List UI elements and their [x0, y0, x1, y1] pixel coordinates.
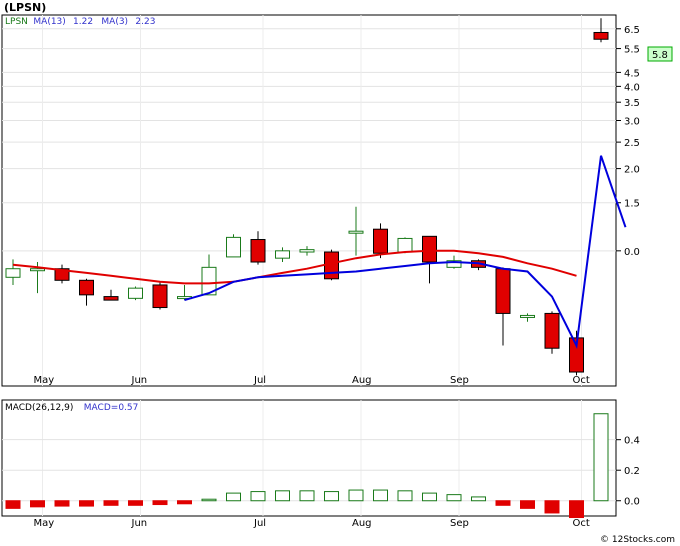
macd-month-label: Oct [573, 518, 590, 529]
macd-bar-negative [30, 500, 45, 508]
price-tick-label: 4.5 [624, 68, 640, 79]
macd-month-label: Jun [131, 518, 148, 529]
price-month-label: Aug [352, 375, 372, 386]
price-tick-label: 3.0 [624, 116, 640, 127]
macd-bar-negative [128, 500, 143, 506]
candle-body-down [495, 268, 511, 314]
candle-body-down [373, 228, 388, 254]
candle-body-up [348, 230, 364, 234]
legend-entry: LPSN [5, 17, 28, 27]
price-month-label: Jun [131, 375, 148, 386]
candle-body-up [5, 268, 21, 278]
candle-body-up [275, 250, 290, 259]
macd-bar-positive [373, 489, 388, 502]
candle-body-down [152, 284, 168, 309]
candle-body-up [226, 236, 241, 258]
price-tick-label: 2.0 [624, 165, 640, 176]
macd-bar-negative [152, 500, 168, 506]
macd-bar-negative [544, 500, 560, 514]
price-tick-label: 1.5 [624, 199, 640, 210]
last-price-marker: 5.8 [647, 46, 673, 62]
macd-bar-negative [103, 500, 119, 506]
macd-bar-negative [79, 500, 94, 507]
macd-month-label: Sep [450, 518, 469, 529]
price-month-label: May [34, 375, 55, 386]
candle-body-down [250, 239, 266, 263]
price-month-label: Jul [253, 375, 266, 386]
macd-bar-positive [348, 489, 364, 502]
macd-bar-positive [422, 492, 437, 502]
macd-bar-negative [495, 500, 511, 506]
candle-body-down [324, 251, 339, 280]
macd-bar-positive [299, 490, 315, 502]
candle-body-down [422, 235, 437, 263]
legend-entry: 2.23 [135, 17, 155, 27]
macd-tick-label: 0.2 [624, 466, 640, 477]
macd-month-label: Aug [352, 518, 372, 529]
candle-body-up [30, 268, 45, 272]
macd-bar-negative [177, 500, 192, 505]
price-panel-frame [1, 14, 617, 387]
macd-bar-positive [593, 413, 609, 502]
legend-entry: MACD=0.57 [84, 403, 139, 413]
macd-month-label: Jul [253, 518, 266, 529]
price-tick-label: 2.5 [624, 138, 640, 149]
macd-tick-label: 0.4 [624, 436, 640, 447]
macd-bar-positive [397, 490, 413, 502]
macd-month-label: May [34, 518, 55, 529]
price-tick-label: 3.5 [624, 98, 640, 109]
macd-bar-positive [446, 494, 462, 502]
macd-bar-negative [520, 500, 535, 509]
candle-body-up [520, 314, 535, 318]
macd-legend: MACD(26,12,9) MACD=0.57 [5, 403, 138, 413]
candle-body-down [79, 279, 94, 296]
chart-svg: (LPSN) 6.5 5.5 4.5 4.0 3.5 3.0 2.5 2.0 1.5 0.0 Ma… [0, 0, 680, 546]
ticker-title: (LPSN) [4, 1, 46, 14]
stock-chart: (LPSN) 6.5 5.5 4.5 4.0 3.5 3.0 2.5 2.0 1.5 0.0 Ma… [0, 0, 680, 546]
macd-bar-positive [250, 491, 266, 502]
candle-body-down [544, 312, 560, 349]
macd-bar-positive [201, 498, 217, 502]
macd-bar-negative [5, 500, 21, 509]
price-tick-label: 0.0 [624, 247, 640, 258]
macd-bar-positive [324, 491, 339, 502]
price-month-label: Sep [450, 375, 469, 386]
macd-bar-positive [471, 496, 486, 502]
last-price-label: 5.8 [652, 50, 668, 61]
macd-bar-negative [54, 500, 70, 507]
candle-body-down [103, 296, 119, 301]
price-month-label: Oct [573, 375, 590, 386]
candle-body-up [128, 287, 143, 299]
macd-tick-label: 0.0 [624, 497, 640, 508]
legend-entry: MA(3) [101, 17, 128, 27]
site-credit: © 12Stocks.com [600, 535, 675, 545]
price-tick-label: 4.0 [624, 82, 640, 93]
candle-body-up [299, 249, 315, 253]
candle-body-down [593, 31, 609, 40]
candle-body-up [397, 237, 413, 253]
macd-bar-positive [275, 490, 290, 502]
legend-entry: MACD(26,12,9) [5, 403, 73, 413]
macd-bar-negative [569, 500, 584, 519]
price-tick-label: 6.5 [624, 25, 640, 36]
macd-bar-positive [226, 492, 241, 502]
legend-entry: MA(13) [33, 17, 65, 27]
legend-entry: 1.22 [73, 17, 93, 27]
price-tick-label: 5.5 [624, 45, 640, 56]
